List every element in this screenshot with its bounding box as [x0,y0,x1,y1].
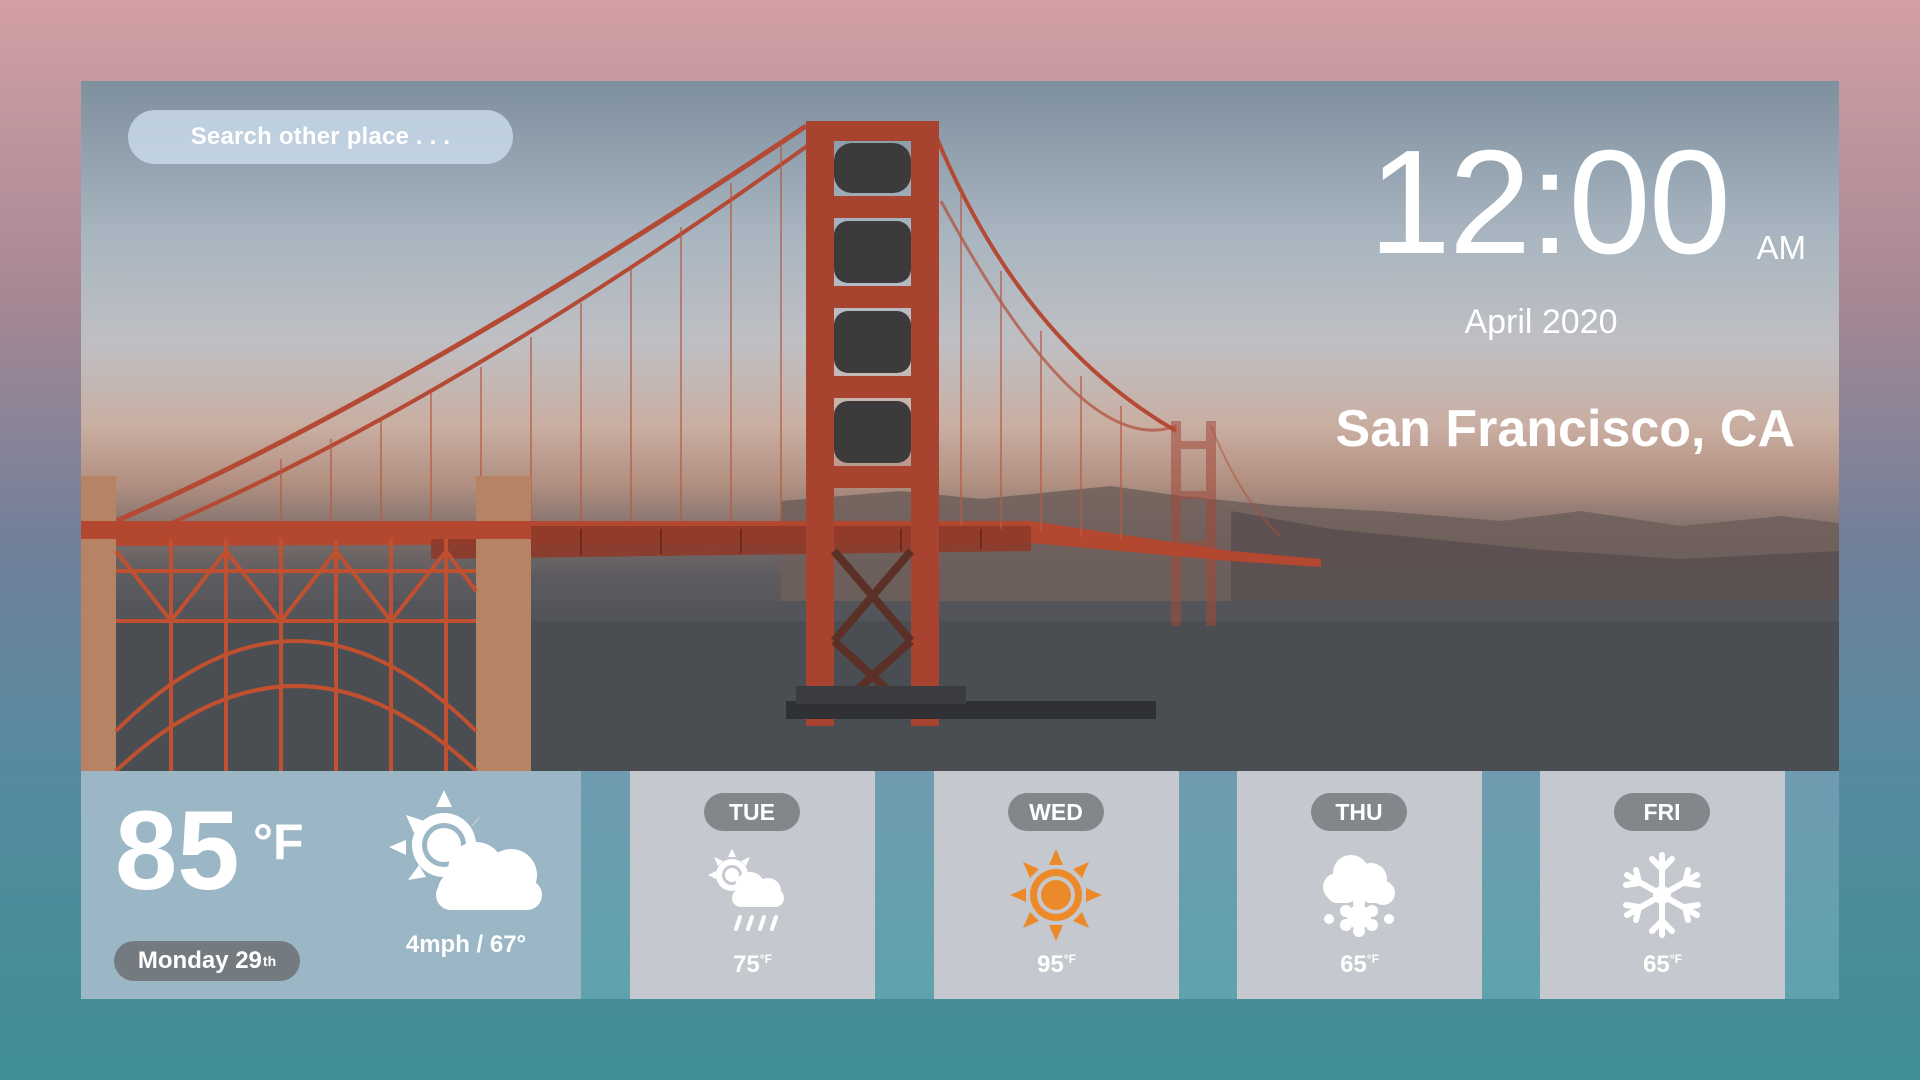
hero-image: Search other place . . . 12:00 AM April … [81,81,1839,771]
forecast-day-pill: WED [1008,793,1104,831]
current-weather: 85 °F Monday 29th 4mph / 67° [81,771,581,999]
forecast-temp-value: 65 [1340,951,1367,978]
forecast-temperature: 75°F [630,951,875,979]
snow-cloud-icon [1323,855,1395,937]
search-input[interactable]: Search other place . . . [128,110,513,164]
forecast-temp-value: 65 [1643,951,1670,978]
forecast-day-pill: THU [1311,793,1407,831]
current-temperature-unit: °F [253,814,304,870]
forecast-card-tue[interactable]: TUE 75°F [630,771,875,999]
sun-icon [1010,849,1102,941]
sun-cloud-icon [389,790,542,910]
forecast-temperature: 65°F [1237,951,1482,979]
current-temperature: 85 [115,788,240,913]
forecast-temp-unit: °F [759,952,772,966]
wind-info: 4mph / 67° [405,931,527,958]
location-title: San Francisco, CA [1335,400,1795,458]
forecast-day-pill: FRI [1614,793,1710,831]
forecast-temp-unit: °F [1063,952,1076,966]
clock-time: 12:00 [1368,120,1731,285]
forecast-temp-value: 75 [733,951,760,978]
forecast-temperature: 65°F [1540,951,1785,979]
forecast-temp-unit: °F [1669,952,1682,966]
current-day-suffix: th [262,953,277,969]
current-day-label: Monday 29 [137,947,262,974]
forecast-temperature: 95°F [934,951,1179,979]
weather-panel: 85 °F Monday 29th 4mph / 67° TUE 75°F WE… [81,771,1839,999]
snowflake-icon [1623,852,1701,938]
forecast-temp-unit: °F [1366,952,1379,966]
forecast-day-pill: TUE [704,793,800,831]
clock-ampm: AM [1756,229,1807,266]
forecast-card-wed[interactable]: WED 95°F [934,771,1179,999]
sun-rain-icon [708,849,784,931]
forecast-card-fri[interactable]: FRI 65°F [1540,771,1785,999]
forecast-card-thu[interactable]: THU 65°F [1237,771,1482,999]
weather-card: Search other place . . . 12:00 AM April … [81,81,1839,999]
forecast-temp-value: 95 [1037,951,1064,978]
clock-date: April 2020 [1464,303,1618,341]
current-day-badge: Monday 29th [114,941,300,981]
